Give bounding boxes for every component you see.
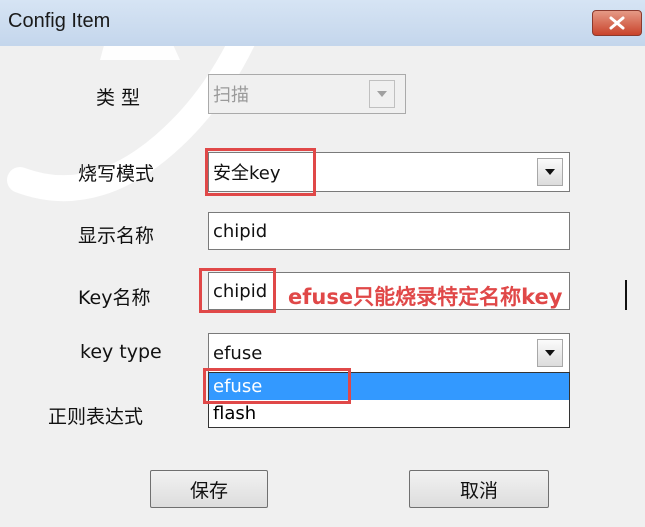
cancel-button[interactable]: 取消	[409, 470, 549, 508]
close-icon	[609, 16, 625, 30]
burn-mode-highlight	[205, 148, 316, 196]
chevron-down-icon	[545, 350, 555, 356]
save-button[interactable]: 保存	[150, 470, 268, 508]
title-bar: Config Item	[0, 0, 645, 46]
key-type-select[interactable]: efuse	[208, 333, 570, 373]
burn-mode-label: 烧写模式	[78, 163, 155, 185]
key-type-dropdown-button[interactable]	[537, 339, 563, 367]
key-name-highlight	[199, 268, 276, 313]
display-name-input[interactable]: chipid	[208, 212, 570, 250]
annotation-text: efuse只能烧录特定名称key	[288, 285, 563, 309]
type-value: 扫描	[213, 85, 249, 106]
close-button[interactable]	[592, 10, 642, 36]
key-name-label: Key名称	[78, 287, 151, 309]
efuse-option-highlight	[203, 368, 351, 404]
type-dropdown-button[interactable]	[369, 80, 395, 108]
type-label: 类 型	[96, 87, 141, 109]
key-type-label: key type	[80, 341, 162, 363]
display-name-value: chipid	[213, 220, 268, 242]
display-name-label: 显示名称	[78, 225, 155, 247]
chevron-down-icon	[377, 91, 387, 97]
config-item-dialog: Config Item 类 型 扫描 烧写模式 安全key 显示名称 chipi…	[0, 0, 645, 527]
chevron-down-icon	[545, 169, 555, 175]
key-type-value: efuse	[213, 342, 263, 364]
text-cursor	[625, 280, 627, 310]
type-select[interactable]: 扫描	[208, 74, 406, 114]
burn-mode-dropdown-button[interactable]	[537, 158, 563, 186]
regex-label: 正则表达式	[48, 406, 144, 428]
key-type-option-flash[interactable]: flash	[209, 400, 569, 427]
window-title: Config Item	[8, 10, 111, 32]
